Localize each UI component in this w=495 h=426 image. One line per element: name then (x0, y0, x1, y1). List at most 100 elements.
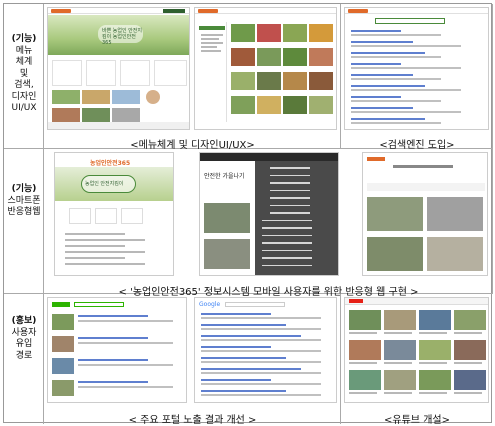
search-result-title (351, 85, 425, 87)
search-result-title (351, 30, 401, 32)
google-result-snippet (201, 317, 321, 319)
google-result-title (201, 335, 301, 337)
google-result-title (201, 368, 301, 370)
row3-youtube-cell (341, 294, 493, 424)
menu-catalog-screenshot (194, 7, 337, 130)
youtube-title (454, 332, 482, 334)
google-result-snippet (201, 350, 321, 352)
search-result-snippet (351, 122, 441, 124)
photo-thumb (283, 24, 307, 42)
youtube-thumb (349, 370, 381, 390)
mobile-menu-item (270, 212, 310, 214)
mobile-news-line (65, 251, 145, 253)
youtube-thumb (384, 370, 416, 390)
mobile-news-line (65, 263, 145, 265)
search-result-title (351, 63, 401, 65)
google-logo: Google (199, 301, 221, 308)
youtube-title (349, 392, 377, 394)
search-result-snippet (351, 89, 461, 91)
row3-caption-left: < 주요 포털 노출 결과 개선 > (128, 415, 257, 426)
youtube-title (419, 392, 447, 394)
search-result-snippet (351, 45, 461, 47)
search-result-title (351, 74, 413, 76)
youtube-title (384, 392, 412, 394)
row1-label-line: UI/UX (11, 103, 37, 113)
google-result-title (201, 324, 286, 326)
row2-screens-cell: 농업인안전365 농업인 안전지킴이 안전한 가을나기 (44, 149, 493, 294)
row3-label: (홍보) 사용자 유입 경로 (4, 316, 44, 362)
youtube-title (454, 362, 482, 364)
google-result-title (201, 390, 286, 392)
mobile-menu-item (262, 257, 312, 259)
mobile-menu-item (270, 197, 310, 199)
mobile-news-line (65, 233, 125, 235)
naver-snippet (78, 342, 173, 344)
mobile-menu-item (270, 204, 310, 206)
mobile-menu-title: 안전한 가을나기 (204, 173, 245, 180)
google-result-screenshot: Google (194, 297, 337, 403)
row1-label-strong: (기능) (11, 34, 37, 44)
row1-label-line: 검색, (14, 80, 34, 90)
photo-thumb (309, 48, 333, 66)
mobile-menu-item (262, 234, 312, 236)
mobile-menu-item (262, 219, 312, 221)
mobile-safety-screenshot (362, 152, 488, 276)
youtube-title (454, 392, 482, 394)
home-banner: 바쁜 농업인 안전지킴이 농업인안전365 (48, 15, 189, 55)
naver-title (78, 315, 148, 317)
photo-thumb (283, 48, 307, 66)
google-result-snippet (201, 339, 321, 341)
search-result-snippet (351, 67, 461, 69)
comparison-table: (기능) 메뉴 체계 및 검색, 디자인 UI/UX 바쁜 농업인 안전지킴이 … (3, 3, 493, 426)
row2-label-cell: (기능) 스마트폰 반응형웹 (4, 149, 44, 294)
home-banner-text: 바쁜 농업인 안전지킴이 농업인안전365 (102, 28, 142, 46)
row1-label-line: 체계 (15, 57, 33, 67)
youtube-thumb (349, 310, 381, 330)
photo-thumb (283, 96, 307, 114)
youtube-thumb (419, 370, 451, 390)
mobile-menu-item (262, 242, 312, 244)
naver-snippet (78, 320, 173, 322)
row1-search-cell (341, 4, 493, 149)
row1-label-cell: (기능) 메뉴 체계 및 검색, 디자인 UI/UX (4, 4, 44, 149)
youtube-title (419, 362, 447, 364)
youtube-thumb (349, 340, 381, 360)
row2-label-line: 스마트폰 (7, 195, 41, 206)
row3-label-strong: (홍보) (11, 316, 37, 326)
search-result-title (351, 96, 401, 98)
mobile-menu-item (270, 182, 310, 184)
search-result-snippet (351, 34, 441, 36)
search-result-title (351, 118, 425, 120)
photo-thumb (231, 96, 255, 114)
google-result-snippet (201, 394, 321, 396)
google-result-title (201, 313, 271, 315)
search-engine-screenshot (344, 7, 489, 130)
search-result-title (351, 107, 413, 109)
google-result-title (201, 357, 286, 359)
youtube-thumb (419, 310, 451, 330)
mobile-menu-item (270, 174, 310, 176)
youtube-thumb (454, 340, 486, 360)
youtube-title (349, 332, 377, 334)
naver-snippet (78, 386, 173, 388)
youtube-thumb (454, 370, 486, 390)
row1-label: (기능) 메뉴 체계 및 검색, 디자인 UI/UX (4, 34, 44, 115)
photo-thumb (257, 48, 281, 66)
row1-label-line: 및 (19, 68, 29, 79)
youtube-channel-screenshot (344, 297, 489, 403)
naver-title (78, 381, 148, 383)
photo-thumb (309, 96, 333, 114)
naver-title (78, 359, 148, 361)
photo-thumb (257, 24, 281, 42)
photo-thumb (257, 72, 281, 90)
homepage-screenshot: 바쁜 농업인 안전지킴이 농업인안전365 (47, 7, 190, 130)
row2-label: (기능) 스마트폰 반응형웹 (4, 184, 44, 219)
mobile-menu-item (262, 249, 312, 251)
google-result-title (201, 346, 271, 348)
search-result-title (351, 52, 425, 54)
naver-thumb (52, 314, 74, 330)
photo-thumb (309, 24, 333, 42)
row2-label-line: 반응형웹 (7, 207, 41, 217)
photo-thumb (231, 72, 255, 90)
mobile-menu-item (270, 167, 310, 169)
